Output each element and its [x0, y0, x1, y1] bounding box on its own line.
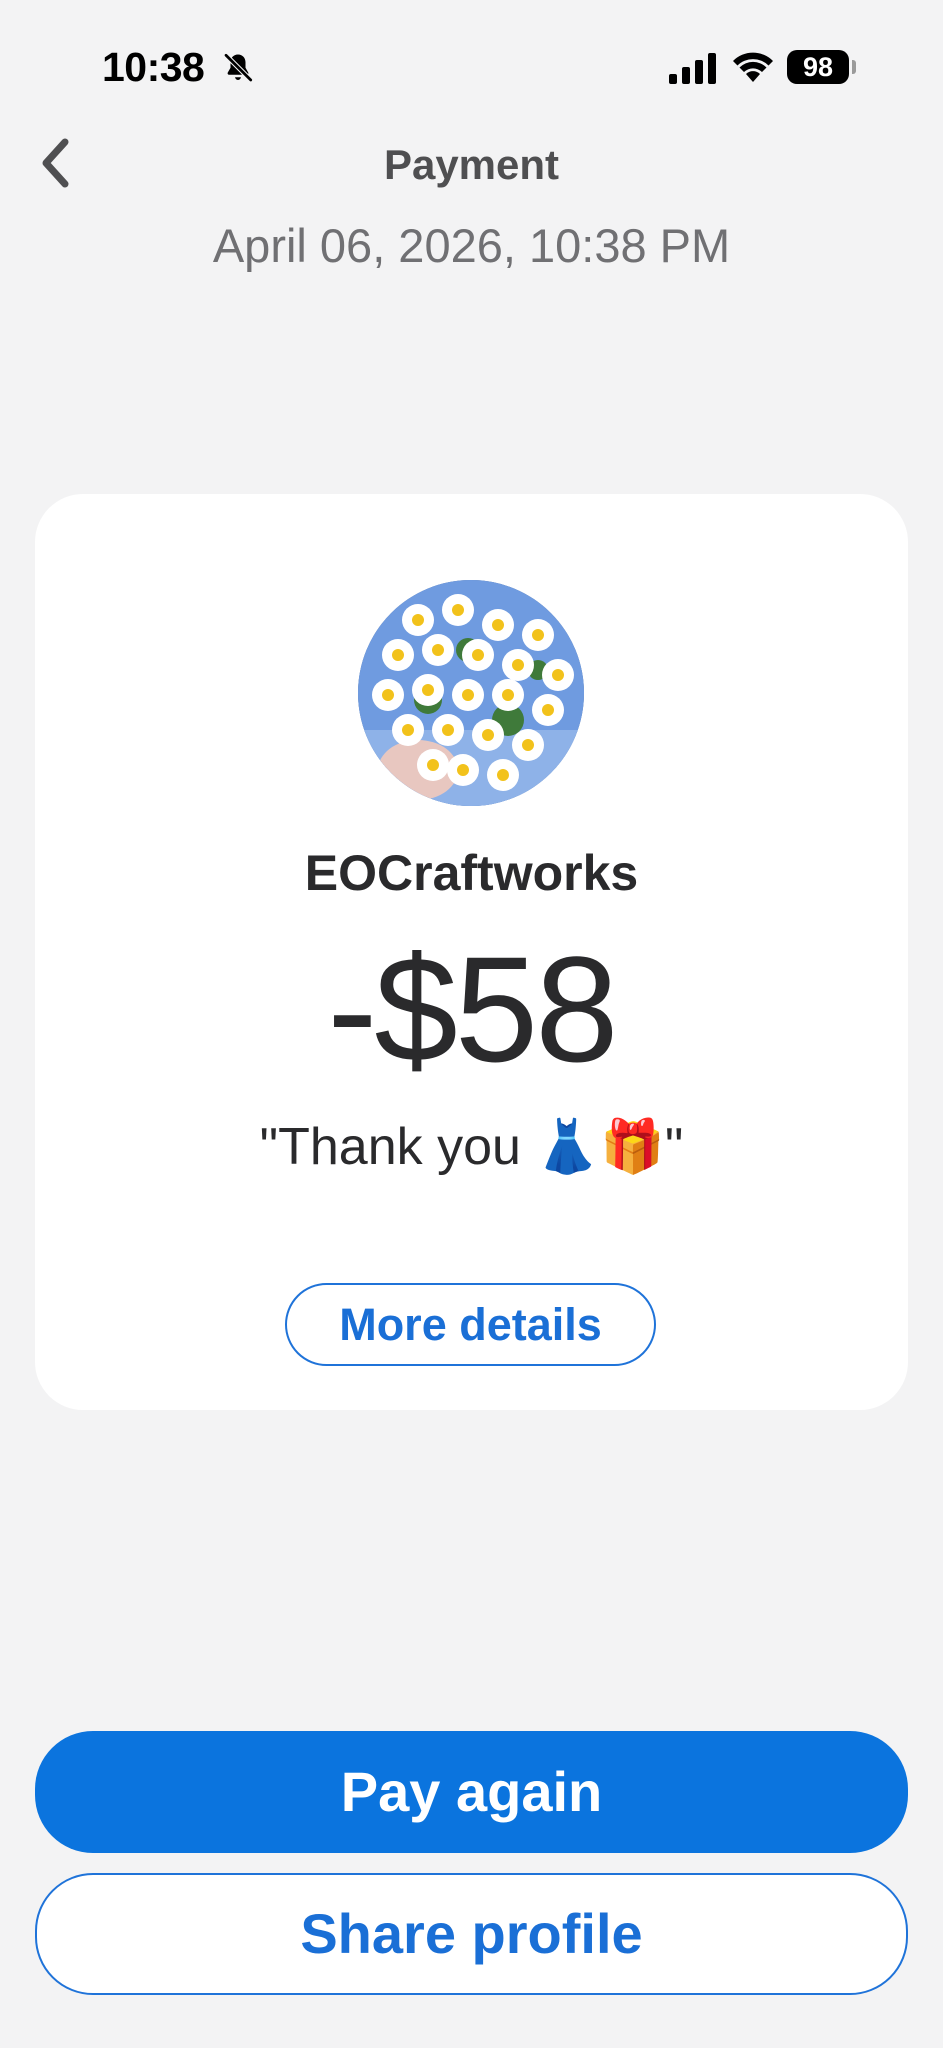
share-profile-button[interactable]: Share profile — [35, 1873, 908, 1995]
payment-amount: -$58 — [327, 925, 618, 1093]
payment-date: April 06, 2026, 10:38 PM — [212, 219, 731, 272]
battery-icon: 98 — [787, 50, 849, 84]
bell-slash-icon — [223, 52, 254, 83]
payment-card: EOCraftworks -$58 "Thank you 👗🎁" More de… — [35, 494, 908, 1410]
daisy-bouquet-image — [358, 580, 584, 806]
status-bar: 10:38 98 — [0, 0, 943, 130]
battery-level: 98 — [802, 52, 834, 82]
pay-again-button[interactable]: Pay again — [35, 1731, 908, 1853]
cellular-signal-icon — [669, 53, 716, 84]
avatar[interactable] — [358, 580, 584, 806]
battery-tip — [852, 60, 856, 74]
page-title: Payment — [383, 141, 560, 188]
payment-note: "Thank you 👗🎁" — [259, 1118, 684, 1176]
wifi-icon — [733, 52, 773, 82]
status-time: 10:38 — [102, 44, 205, 90]
recipient-name: EOCraftworks — [304, 845, 639, 901]
more-details-button[interactable]: More details — [285, 1283, 656, 1366]
